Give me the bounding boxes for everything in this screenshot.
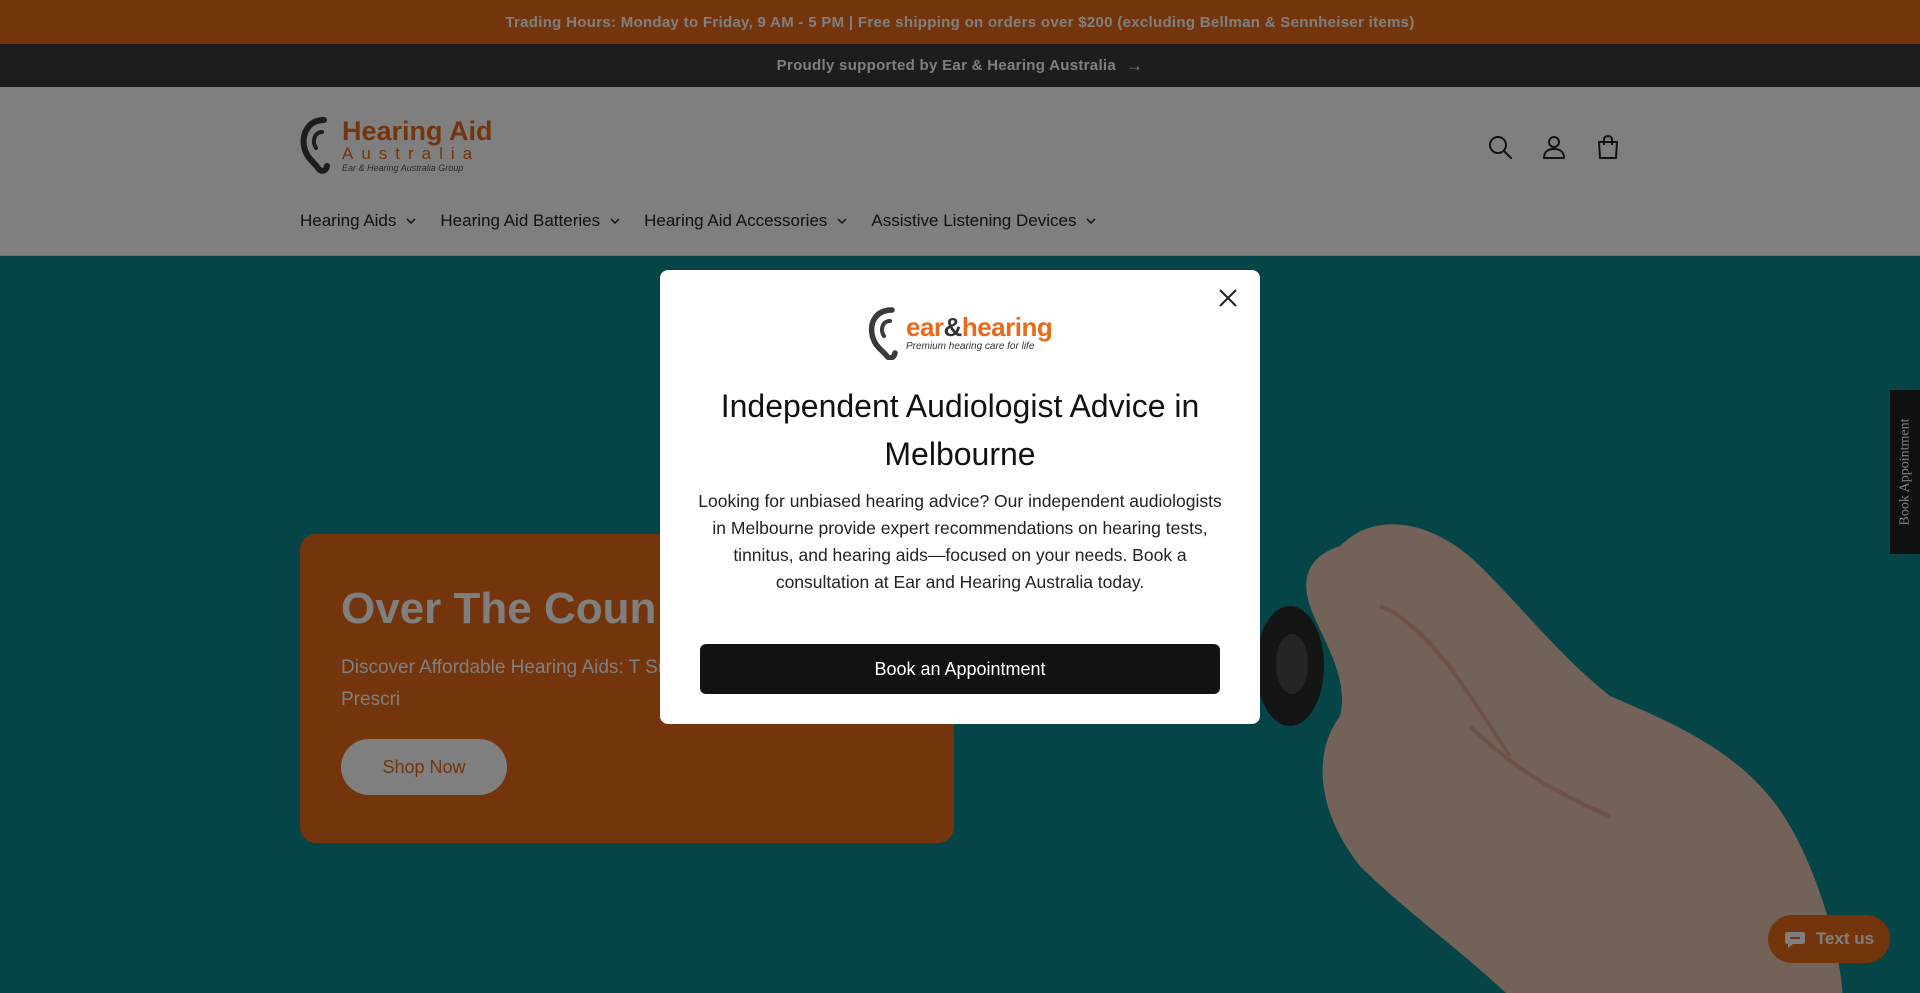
logo-ampersand: & xyxy=(943,312,963,342)
book-appointment-button[interactable]: Book an Appointment xyxy=(700,644,1220,694)
logo-hearing-text: hearing xyxy=(961,312,1053,342)
modal-title: Independent Audiologist Advice in Melbou… xyxy=(720,388,1200,472)
appointment-modal: ear&hearing Premium hearing care for lif… xyxy=(660,270,1260,724)
logo-ear-text: ear xyxy=(906,312,944,342)
modal-body: Looking for unbiased hearing advice? Our… xyxy=(698,491,1222,592)
ear-and-hearing-logo: ear&hearing Premium hearing care for lif… xyxy=(868,306,1054,360)
logo-tagline: Premium hearing care for life xyxy=(906,341,1035,352)
ear-logo-icon xyxy=(868,307,898,360)
close-icon[interactable] xyxy=(1212,282,1244,314)
